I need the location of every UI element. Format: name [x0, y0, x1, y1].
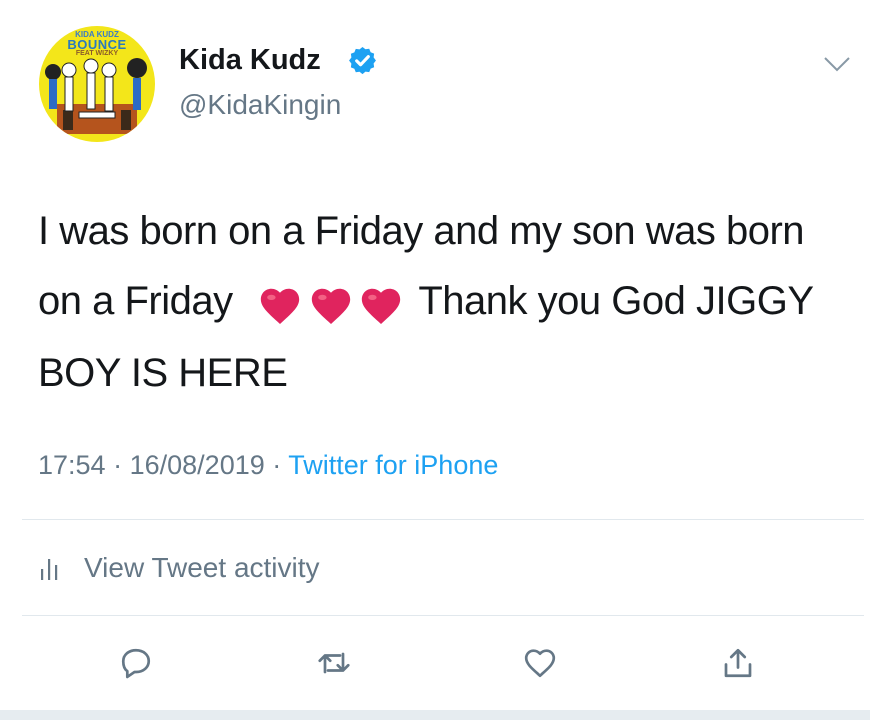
verified-badge-icon: [349, 46, 376, 75]
tweet-date: 16/08/2019: [129, 450, 265, 480]
view-tweet-activity-button[interactable]: View Tweet activity: [38, 550, 320, 586]
red-heart-icon: [311, 288, 351, 324]
user-handle[interactable]: @KidaKingin: [179, 89, 341, 121]
tweet-time: 17:54: [38, 450, 106, 480]
red-heart-icon: [362, 288, 401, 324]
like-icon[interactable]: [522, 645, 558, 681]
avatar[interactable]: KIDA KUDZ BOUNCE FEAT WIZKY: [39, 26, 155, 142]
bottom-bar: [0, 710, 870, 720]
view-tweet-activity-label: View Tweet activity: [84, 552, 320, 583]
chevron-down-icon[interactable]: [822, 54, 852, 74]
tweet-meta: 17:54 · 16/08/2019 · Twitter for iPhone: [38, 450, 498, 481]
display-name[interactable]: Kida Kudz: [179, 44, 321, 77]
reply-icon[interactable]: [118, 645, 154, 681]
retweet-icon[interactable]: [316, 645, 352, 681]
divider: [22, 615, 864, 616]
share-icon[interactable]: [720, 645, 756, 681]
meta-separator: ·: [272, 450, 282, 480]
bar-chart-icon: [41, 559, 58, 580]
red-heart-icon: [261, 288, 300, 324]
heart-emoji-group: [257, 268, 401, 338]
tweet-source-link[interactable]: Twitter for iPhone: [288, 450, 498, 480]
divider: [22, 519, 864, 520]
avatar-illustration: [45, 58, 147, 134]
meta-separator: ·: [113, 450, 123, 480]
tweet-text: I was born on a Friday and my son was bo…: [38, 196, 838, 408]
